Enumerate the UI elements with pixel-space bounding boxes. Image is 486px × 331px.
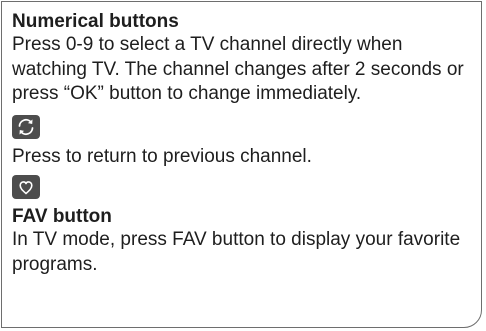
recall-description: Press to return to previous channel. [12,145,312,167]
numerical-buttons-heading: Numerical buttons [12,11,179,32]
recall-arrows-glyph [18,118,34,135]
recall-arrows-icon [12,114,40,139]
heart-icon [12,175,40,199]
instruction-panel: Numerical buttons Press 0-9 to select a … [1,1,482,328]
fav-button-heading: FAV button [12,206,112,227]
heart-glyph [19,181,33,195]
fav-button-description: In TV mode, press FAV button to display … [12,229,461,275]
numerical-buttons-description: Press 0-9 to select a TV channel directl… [12,34,464,104]
